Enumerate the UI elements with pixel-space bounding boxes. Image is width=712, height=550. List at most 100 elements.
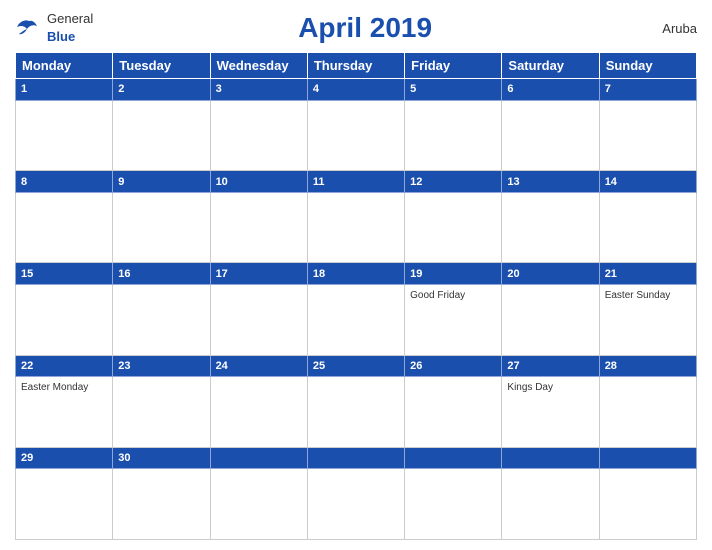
week-4-num-row: 22232425262728 [16,355,697,377]
week-3-day-5-content: Good Friday [405,285,502,356]
week-4-day-3-content [210,377,307,448]
week-2-num-row: 891011121314 [16,171,697,193]
week-5-day-6-number [502,447,599,469]
week-5-day-1-content [16,469,113,540]
holiday-label: Easter Monday [21,382,107,394]
logo: General Blue [15,10,93,46]
day-headers-row: Monday Tuesday Wednesday Thursday Friday… [16,53,697,79]
holiday-label: Easter Sunday [605,290,691,302]
week-3-day-7-content: Easter Sunday [599,285,696,356]
week-4-day-7-content [599,377,696,448]
logo-bird-icon [15,17,43,39]
week-3-day-2-number: 16 [113,263,210,285]
week-1-day-2-number: 2 [113,79,210,101]
week-3-day-5-number: 19 [405,263,502,285]
week-5-day-3-number [210,447,307,469]
top-bar: General Blue April 2019 Aruba [15,10,697,46]
week-3-day-7-number: 21 [599,263,696,285]
week-2-day-1-content [16,192,113,263]
header-sunday: Sunday [599,53,696,79]
week-3-day-3-number: 17 [210,263,307,285]
header-thursday: Thursday [307,53,404,79]
week-4-day-1-content: Easter Monday [16,377,113,448]
week-3-day-4-content [307,285,404,356]
week-4-content-row: Easter Monday Kings Day [16,377,697,448]
week-3-day-1-content [16,285,113,356]
week-1-day-1-number: 1 [16,79,113,101]
week-5-day-2-number: 30 [113,447,210,469]
week-3-day-4-number: 18 [307,263,404,285]
week-2-day-4-content [307,192,404,263]
holiday-label: Kings Day [507,382,593,394]
week-1-day-7-number: 7 [599,79,696,101]
week-5-day-1-number: 29 [16,447,113,469]
header-tuesday: Tuesday [113,53,210,79]
week-1-num-row: 1234567 [16,79,697,101]
week-3-day-2-content [113,285,210,356]
week-1-day-1-content [16,100,113,171]
week-1-day-6-content [502,100,599,171]
week-1-day-5-number: 5 [405,79,502,101]
calendar-title: April 2019 [93,12,637,44]
week-4-day-6-number: 27 [502,355,599,377]
calendar-table: Monday Tuesday Wednesday Thursday Friday… [15,52,697,540]
header-friday: Friday [405,53,502,79]
week-2-day-7-number: 14 [599,171,696,193]
week-4-day-4-content [307,377,404,448]
logo-blue: Blue [47,29,75,44]
week-5-day-5-number [405,447,502,469]
holiday-label: Good Friday [410,290,496,302]
week-2-day-2-content [113,192,210,263]
week-5-day-7-number [599,447,696,469]
week-2-content-row [16,192,697,263]
country-label: Aruba [637,21,697,36]
week-4-day-2-content [113,377,210,448]
week-4-day-3-number: 24 [210,355,307,377]
week-5-day-2-content [113,469,210,540]
week-5-day-3-content [210,469,307,540]
week-4-day-2-number: 23 [113,355,210,377]
week-2-day-7-content [599,192,696,263]
week-3-num-row: 15161718192021 [16,263,697,285]
week-3-content-row: Good Friday Easter Sunday [16,285,697,356]
week-2-day-1-number: 8 [16,171,113,193]
week-1-day-6-number: 6 [502,79,599,101]
week-3-day-3-content [210,285,307,356]
week-4-day-4-number: 25 [307,355,404,377]
week-2-day-5-content [405,192,502,263]
week-1-day-3-number: 3 [210,79,307,101]
week-4-day-6-content: Kings Day [502,377,599,448]
week-3-day-6-content [502,285,599,356]
calendar-body: 123456789101112131415161718192021Good Fr… [16,79,697,540]
week-1-content-row [16,100,697,171]
week-2-day-3-content [210,192,307,263]
week-4-day-5-content [405,377,502,448]
week-1-day-4-content [307,100,404,171]
week-2-day-6-content [502,192,599,263]
week-3-day-1-number: 15 [16,263,113,285]
week-3-day-6-number: 20 [502,263,599,285]
week-1-day-3-content [210,100,307,171]
week-1-day-2-content [113,100,210,171]
week-5-day-4-content [307,469,404,540]
week-5-content-row [16,469,697,540]
header-wednesday: Wednesday [210,53,307,79]
week-4-day-1-number: 22 [16,355,113,377]
week-2-day-5-number: 12 [405,171,502,193]
week-1-day-7-content [599,100,696,171]
week-5-day-5-content [405,469,502,540]
header-saturday: Saturday [502,53,599,79]
week-5-day-4-number [307,447,404,469]
logo-text: General Blue [47,10,93,46]
week-2-day-6-number: 13 [502,171,599,193]
logo-general: General [47,11,93,26]
week-4-day-5-number: 26 [405,355,502,377]
week-4-day-7-number: 28 [599,355,696,377]
header-monday: Monday [16,53,113,79]
week-2-day-4-number: 11 [307,171,404,193]
week-1-day-5-content [405,100,502,171]
week-5-num-row: 2930 [16,447,697,469]
week-1-day-4-number: 4 [307,79,404,101]
week-2-day-2-number: 9 [113,171,210,193]
week-2-day-3-number: 10 [210,171,307,193]
